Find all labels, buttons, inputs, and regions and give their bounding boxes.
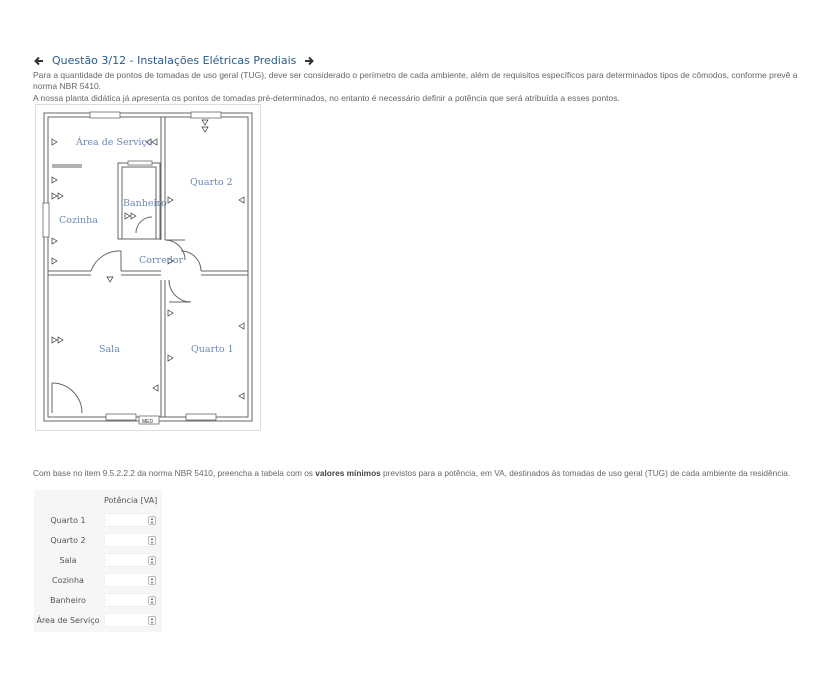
room-label-cozinha: Cozinha [59, 215, 98, 226]
power-input-quarto1[interactable] [104, 513, 154, 527]
power-input-sala[interactable] [104, 553, 154, 567]
row-label: Quarto 2 [50, 536, 86, 545]
stepper-icon[interactable]: ▲ ▼ [148, 596, 156, 605]
row-label: Área de Serviço [36, 616, 100, 625]
question-text: Com base no item 9.5.2.2.2 da norma NBR … [33, 468, 813, 478]
stepper-icon[interactable]: ▲ ▼ [148, 516, 156, 525]
row-label: Quarto 1 [50, 516, 86, 525]
question-bold: valores mínimos [315, 468, 381, 478]
room-label-banheiro: Banheiro [123, 198, 167, 209]
table-row: Quarto 1 ▲ ▼ [34, 511, 162, 531]
question-header: Questão 3/12 - Instalações Elétricas Pre… [33, 54, 315, 67]
power-input-area-servico[interactable] [104, 613, 154, 627]
table-row: Quarto 2 ▲ ▼ [34, 531, 162, 551]
intro-paragraph-2: A nossa planta didática já apresenta os … [33, 92, 620, 103]
question-part-2: previstos para a potência, em VA, destin… [380, 468, 791, 478]
question-title: Questão 3/12 - Instalações Elétricas Pre… [52, 54, 297, 67]
arrow-right-icon[interactable] [303, 55, 315, 67]
intro-paragraph-1: Para a quantidade de pontos de tomadas d… [33, 70, 798, 92]
room-label-area-servico: Área de Serviço [75, 136, 153, 148]
stepper-icon[interactable]: ▲ ▼ [148, 616, 156, 625]
room-label-quarto1: Quarto 1 [191, 344, 234, 355]
table-row: Sala ▲ ▼ [34, 551, 162, 571]
table-row: Cozinha ▲ ▼ [34, 571, 162, 591]
row-label: Cozinha [52, 576, 84, 585]
room-label-quarto2: Quarto 2 [190, 177, 233, 188]
room-label-corredor: Corredor [139, 255, 183, 266]
question-part-1: Com base no item 9.5.2.2.2 da norma NBR … [33, 468, 316, 478]
table-row: Área de Serviço ▲ ▼ [34, 611, 162, 631]
power-input-quarto2[interactable] [104, 533, 154, 547]
power-input-cozinha[interactable] [104, 573, 154, 587]
room-label-sala: Sala [99, 344, 120, 355]
table-header-potencia: Potência [VA] [104, 496, 158, 505]
stepper-icon[interactable]: ▲ ▼ [148, 576, 156, 585]
row-label: Banheiro [50, 596, 86, 605]
table-row: Banheiro ▲ ▼ [34, 591, 162, 611]
arrow-left-icon[interactable] [33, 55, 45, 67]
floor-plan-image: MED Área de Serviço Quarto 2 Banheiro Co… [35, 104, 261, 431]
stepper-icon[interactable]: ▲ ▼ [148, 556, 156, 565]
intro-text: Para a quantidade de pontos de tomadas d… [33, 70, 803, 104]
stepper-icon[interactable]: ▲ ▼ [148, 536, 156, 545]
row-label: Sala [59, 556, 77, 565]
power-input-banheiro[interactable] [104, 593, 154, 607]
meter-label: MED [142, 419, 154, 425]
